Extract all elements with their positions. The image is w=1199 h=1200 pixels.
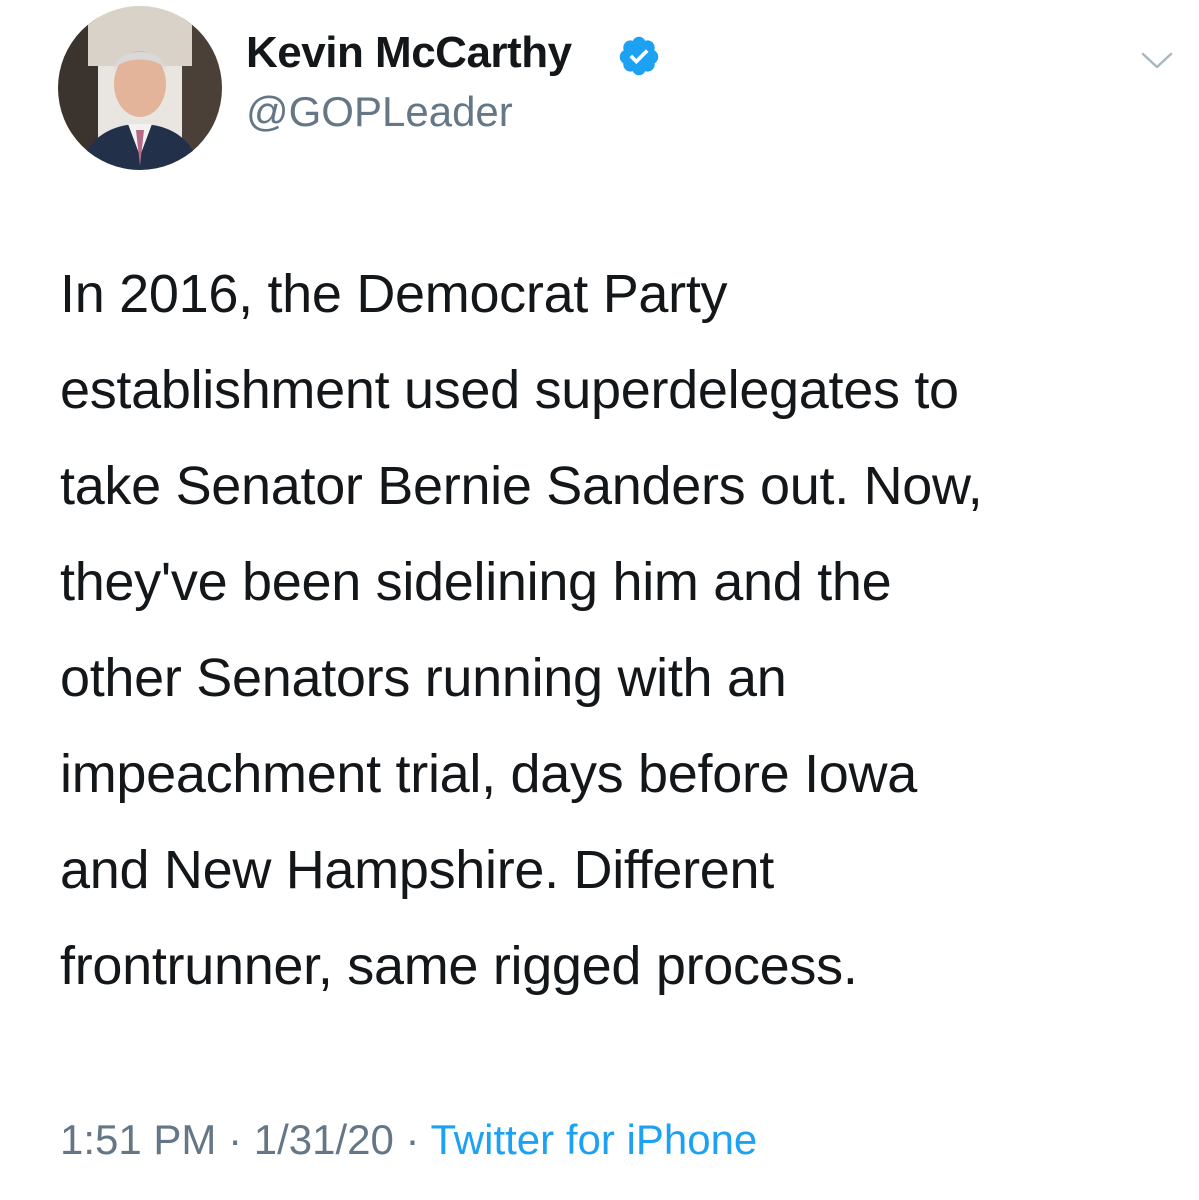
handle[interactable]: @GOPLeader xyxy=(246,88,513,136)
avatar-photo xyxy=(58,6,222,170)
tweet-time: 1:51 PM xyxy=(60,1116,217,1163)
tweet-date[interactable]: 1/31/20 xyxy=(254,1116,394,1163)
tweet-source-link[interactable]: Twitter for iPhone xyxy=(430,1116,757,1163)
tweet-text: In 2016, the Democrat Party establishmen… xyxy=(60,246,1170,1014)
tweet-line: frontrunner, same rigged process. xyxy=(60,936,858,996)
tweet-line: take Senator Bernie Sanders out. Now, xyxy=(60,456,983,516)
meta-separator: · xyxy=(216,1116,254,1163)
tweet-line: impeachment trial, days before Iowa xyxy=(60,744,917,804)
meta-separator: · xyxy=(393,1116,431,1163)
avatar[interactable] xyxy=(58,6,222,170)
tweet-line: other Senators running with an xyxy=(60,648,787,708)
tweet-line: In 2016, the Democrat Party xyxy=(60,264,728,324)
chevron-down-icon[interactable] xyxy=(1140,48,1174,72)
tweet-line: and New Hampshire. Different xyxy=(60,840,774,900)
display-name[interactable]: Kevin McCarthy xyxy=(246,28,572,78)
tweet-meta: 1:51 PM · 1/31/20 · Twitter for iPhone xyxy=(60,1116,757,1164)
tweet-line: they've been sidelining him and the xyxy=(60,552,892,612)
tweet-line: establishment used superdelegates to xyxy=(60,360,959,420)
verified-badge-icon xyxy=(619,36,659,76)
